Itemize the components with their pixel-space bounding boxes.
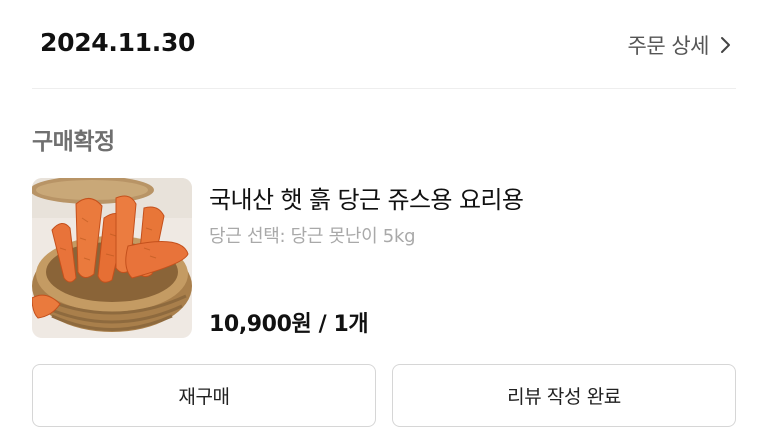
order-status: 구매확정 (32, 129, 115, 155)
order-date: 2024.11.30 (40, 28, 196, 57)
product-item[interactable]: 국내산 햇 흙 당근 쥬스용 요리용 당근 선택: 당근 못난이 5kg 10,… (32, 178, 736, 340)
product-price: 10,900원 / 1개 (209, 312, 369, 337)
order-detail-label: 주문 상세 (627, 34, 710, 58)
rebuy-button[interactable]: 재구매 (32, 364, 376, 427)
header-divider (32, 88, 736, 89)
order-detail-link[interactable]: 주문 상세 (628, 30, 732, 60)
product-name[interactable]: 국내산 햇 흙 당근 쥬스용 요리용 (209, 180, 524, 215)
order-header: 2024.11.30 주문 상세 (0, 0, 768, 88)
review-complete-button[interactable]: 리뷰 작성 완료 (392, 364, 736, 427)
product-thumbnail[interactable] (32, 178, 192, 338)
product-option: 당근 선택: 당근 못난이 5kg (209, 226, 416, 247)
chevron-right-icon (719, 35, 732, 55)
